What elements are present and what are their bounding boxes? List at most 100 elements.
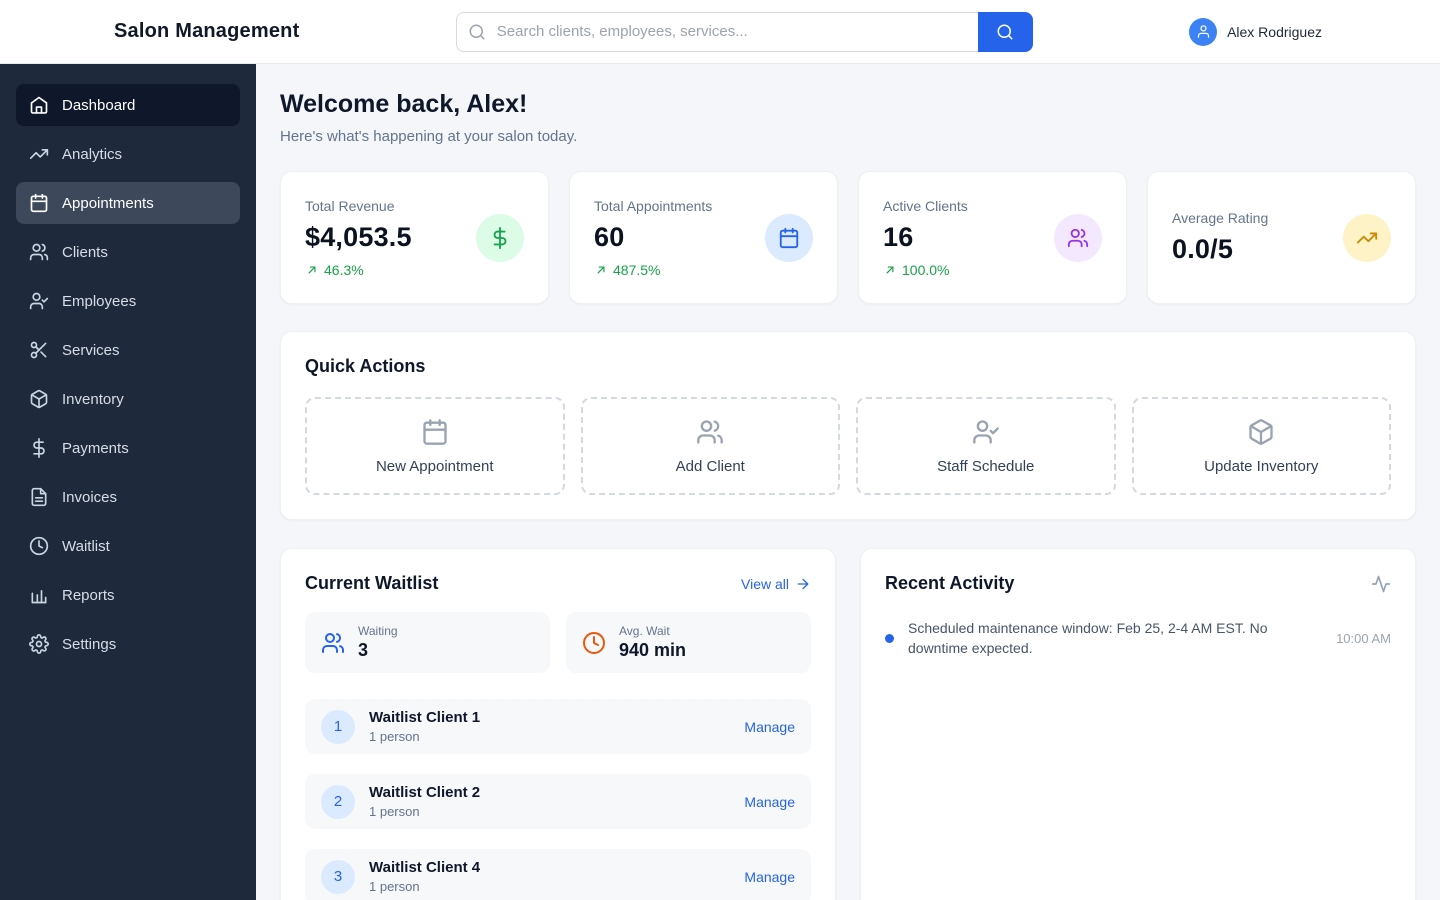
bar-chart-icon [29,585,49,605]
search-box [455,11,1033,52]
arrow-up-right-icon [305,263,319,277]
update-inventory-button[interactable]: Update Inventory [1131,397,1391,495]
sidebar-item-appointments[interactable]: Appointments [16,182,240,224]
waitlist-client-name: Waitlist Client 2 [369,784,481,801]
sidebar-item-label: Settings [62,635,117,653]
sidebar-item-clients[interactable]: Clients [16,231,240,273]
waitlist-client-name: Waitlist Client 1 [369,709,481,726]
activity-title: Recent Activity [885,573,1015,593]
sidebar-item-label: Payments [62,439,129,457]
manage-link[interactable]: Manage [744,869,795,885]
search-button[interactable] [977,11,1033,52]
tile-label: Waiting [358,624,398,638]
stat-trend: 100.0% [883,262,968,278]
stat-value: 16 [883,221,914,252]
recent-activity-card: Recent Activity Scheduled maintenance wi… [860,548,1416,900]
package-icon [29,389,49,409]
activity-dot-icon [885,633,894,643]
search-field [455,11,978,52]
clock-icon [29,536,49,556]
waiting-tile: Waiting 3 [305,612,550,673]
clock-icon [582,631,606,655]
sidebar-item-label: Employees [62,292,137,310]
waitlist-summary: Waiting 3 Avg. Wait 940 min [305,612,811,673]
scissors-icon [29,340,49,360]
sidebar-item-invoices[interactable]: Invoices [16,476,240,518]
trending-up-icon [29,144,49,164]
search-input[interactable] [455,11,978,52]
sidebar-item-label: Waitlist [62,537,110,555]
activity-text: Scheduled maintenance window: Feb 25, 2-… [908,620,1268,656]
stat-label: Total Revenue [305,197,395,214]
sidebar-item-payments[interactable]: Payments [16,427,240,469]
stat-value: 0.0/5 [1172,234,1234,264]
new-appointment-button[interactable]: New Appointment [305,397,565,495]
stat-label: Total Appointments [594,197,713,214]
view-all-link[interactable]: View all [741,576,811,592]
search-icon [468,23,486,41]
users-icon [696,418,724,446]
arrow-right-icon [795,576,811,592]
trending-up-icon [1343,213,1391,262]
stat-value: $4,053.5 [305,221,412,252]
avg-wait-tile: Avg. Wait 940 min [566,612,811,673]
sidebar-item-inventory[interactable]: Inventory [16,378,240,420]
calendar-icon [29,193,49,213]
quick-actions-grid: New Appointment Add Client Staff Schedul… [305,397,1391,495]
sidebar-item-services[interactable]: Services [16,329,240,371]
user-name: Alex Rodriguez [1227,23,1322,40]
staff-schedule-button[interactable]: Staff Schedule [856,397,1116,495]
current-waitlist-card: Current Waitlist View all Waiting 3 Avg.… [280,548,836,900]
users-icon [1054,213,1102,262]
sidebar-item-label: Analytics [62,145,123,163]
calendar-icon [421,418,449,446]
sidebar-item-label: Clients [62,243,108,261]
stat-card-total-revenue: Total Revenue $4,053.5 46.3% [280,171,549,304]
user-menu[interactable]: Alex Rodriguez [1189,17,1322,46]
sidebar-item-employees[interactable]: Employees [16,280,240,322]
sidebar-item-label: Services [62,341,120,359]
sidebar-item-label: Appointments [62,194,154,212]
users-icon [321,631,345,655]
sidebar-item-label: Reports [62,586,115,604]
package-icon [1247,418,1275,446]
quick-action-label: New Appointment [375,457,494,475]
stat-card-active-clients: Active Clients 16 100.0% [858,171,1127,304]
stat-info: Active Clients 16 100.0% [883,198,968,278]
activity-pulse-icon [1371,574,1391,594]
search-bar [299,11,1189,52]
file-text-icon [29,487,49,507]
waitlist-title: Current Waitlist [305,573,439,593]
tile-value: 940 min [619,640,687,660]
waitlist-row: 3 Waitlist Client 4 1 person Manage [305,849,811,900]
sidebar-item-analytics[interactable]: Analytics [16,133,240,175]
waitlist-row: 2 Waitlist Client 2 1 person Manage [305,774,811,829]
user-check-icon [29,291,49,311]
activity-header: Recent Activity [885,573,1391,594]
waitlist-entry-info: Waitlist Client 4 1 person [369,859,730,894]
users-icon [29,242,49,262]
waitlist-client-name: Waitlist Client 4 [369,859,481,876]
app-title: Salon Management [114,20,300,42]
manage-link[interactable]: Manage [744,719,795,735]
stats-grid: Total Revenue $4,053.5 46.3% Total Appoi… [280,171,1416,304]
manage-link[interactable]: Manage [744,794,795,810]
quick-actions-title: Quick Actions [305,356,426,376]
stat-label: Average Rating [1172,210,1269,226]
stat-card-total-appointments: Total Appointments 60 487.5% [569,171,838,304]
waitlist-party-size: 1 person [369,879,420,894]
dollar-icon [29,438,49,458]
quick-action-label: Add Client [675,457,745,475]
home-icon [29,95,49,115]
main-content: Welcome back, Alex! Here's what's happen… [256,64,1440,900]
waitlist-entry-info: Waitlist Client 2 1 person [369,784,730,819]
bottom-panels: Current Waitlist View all Waiting 3 Avg.… [280,548,1416,900]
sidebar-item-settings[interactable]: Settings [16,623,240,665]
waitlist-party-size: 1 person [369,804,420,819]
sidebar-item-waitlist[interactable]: Waitlist [16,525,240,567]
sidebar-item-reports[interactable]: Reports [16,574,240,616]
add-client-button[interactable]: Add Client [580,397,840,495]
sidebar-item-dashboard[interactable]: Dashboard [16,84,240,126]
waitlist-header: Current Waitlist View all [305,573,811,594]
sidebar-item-label: Invoices [62,488,118,506]
